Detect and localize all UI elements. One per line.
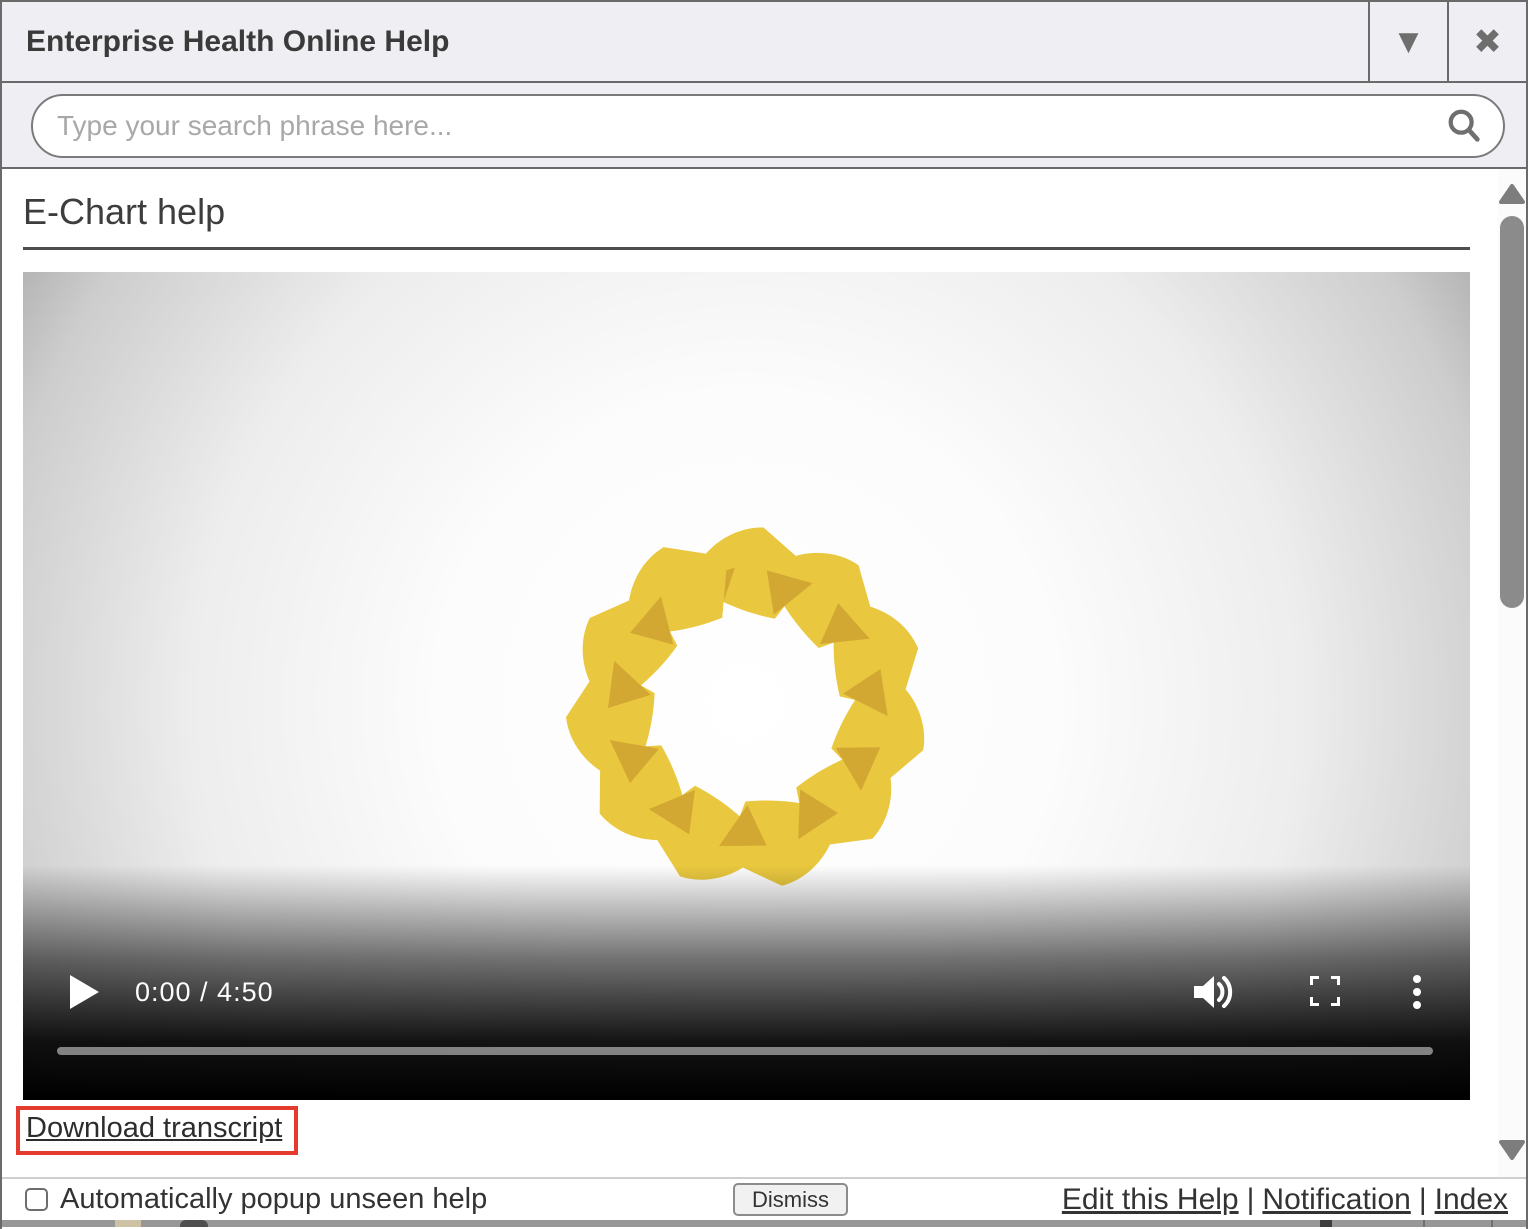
cutoff-artifact bbox=[180, 1220, 208, 1227]
volume-icon bbox=[1194, 974, 1238, 1010]
popup-checkbox[interactable] bbox=[25, 1188, 48, 1211]
link-separator: | bbox=[1411, 1183, 1435, 1216]
footer-bar: Automatically popup unseen help Dismiss … bbox=[2, 1179, 1526, 1220]
cutoff-artifact bbox=[1491, 1220, 1493, 1227]
play-icon bbox=[69, 975, 99, 1009]
index-link[interactable]: Index bbox=[1435, 1183, 1508, 1216]
loading-spinner-icon bbox=[561, 522, 933, 894]
volume-button[interactable] bbox=[1194, 974, 1238, 1010]
collapse-button[interactable]: ▼ bbox=[1368, 2, 1447, 81]
help-window: Enterprise Health Online Help ▼ ✖ E-Char… bbox=[0, 0, 1528, 1229]
scroll-down-icon[interactable] bbox=[1499, 1139, 1525, 1161]
cutoff-artifact bbox=[115, 1220, 141, 1227]
cutoff-artifact bbox=[1423, 1220, 1425, 1227]
help-article: E-Chart help bbox=[2, 169, 1498, 1177]
scrollbar-thumb[interactable] bbox=[1500, 216, 1524, 608]
play-button[interactable] bbox=[69, 975, 99, 1009]
popup-checkbox-label: Automatically popup unseen help bbox=[60, 1183, 487, 1216]
edit-this-help-link[interactable]: Edit this Help bbox=[1062, 1183, 1239, 1216]
search-icon[interactable] bbox=[1445, 107, 1483, 145]
titlebar: Enterprise Health Online Help ▼ ✖ bbox=[2, 2, 1526, 83]
content-area: E-Chart help bbox=[2, 169, 1526, 1179]
video-time: 0:00 / 4:50 bbox=[135, 977, 274, 1008]
window-title: Enterprise Health Online Help bbox=[2, 2, 1368, 81]
notification-link[interactable]: Notification bbox=[1262, 1183, 1410, 1216]
overflow-menu-button[interactable] bbox=[1412, 974, 1422, 1010]
video-player[interactable]: 0:00 / 4:50 bbox=[23, 272, 1470, 1100]
download-transcript-link[interactable]: Download transcript bbox=[26, 1112, 282, 1144]
footer-links: Edit this Help|Notification|Index bbox=[1062, 1183, 1526, 1217]
search-field-container[interactable] bbox=[31, 94, 1505, 158]
video-progress-bar[interactable] bbox=[57, 1047, 1433, 1055]
close-button[interactable]: ✖ bbox=[1447, 2, 1526, 81]
close-icon: ✖ bbox=[1473, 22, 1502, 62]
transcript-highlight-box: Download transcript bbox=[16, 1106, 298, 1155]
fullscreen-button[interactable] bbox=[1310, 974, 1340, 1010]
search-input[interactable] bbox=[57, 110, 1445, 142]
kebab-menu-icon bbox=[1412, 974, 1422, 1010]
search-bar-row bbox=[2, 83, 1526, 169]
dismiss-button[interactable]: Dismiss bbox=[733, 1183, 848, 1216]
heading-divider bbox=[23, 247, 1470, 250]
scroll-up-icon[interactable] bbox=[1499, 183, 1525, 205]
page-title: E-Chart help bbox=[23, 191, 1470, 233]
cutoff-background-strip bbox=[2, 1220, 1526, 1227]
chevron-down-icon: ▼ bbox=[1399, 27, 1419, 57]
cutoff-artifact bbox=[1320, 1220, 1332, 1227]
link-separator: | bbox=[1239, 1183, 1263, 1216]
vertical-scrollbar[interactable] bbox=[1498, 169, 1526, 1177]
fullscreen-icon bbox=[1310, 976, 1340, 1006]
video-controls: 0:00 / 4:50 bbox=[23, 972, 1470, 1012]
